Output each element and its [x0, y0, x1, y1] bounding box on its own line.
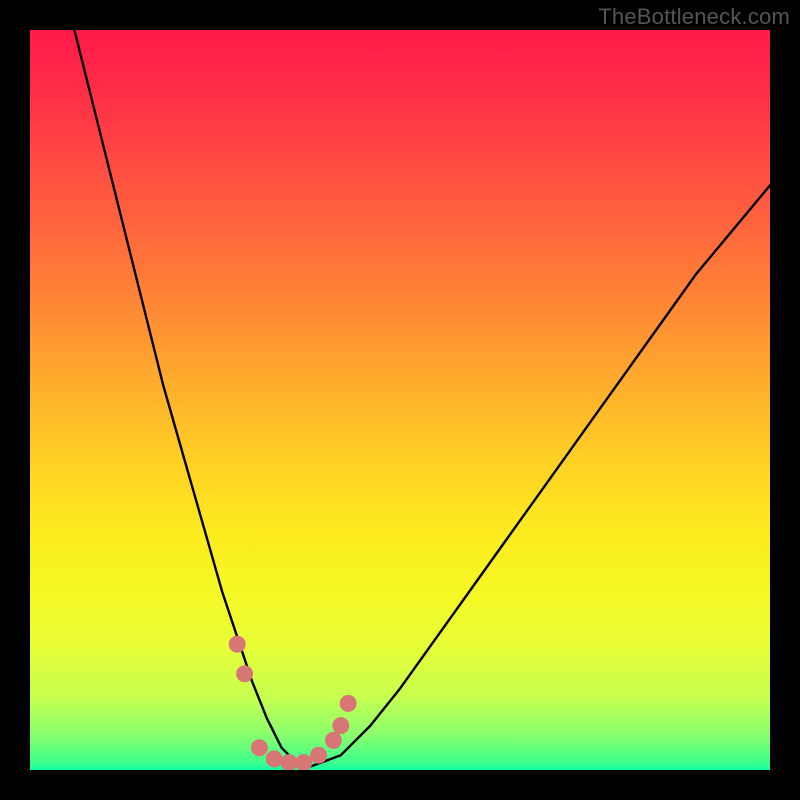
highlight-dot: [266, 750, 283, 767]
highlight-dot: [251, 739, 268, 756]
highlight-dot: [281, 754, 298, 770]
highlight-dot: [295, 754, 312, 770]
highlight-dots: [229, 636, 357, 770]
plot-area: [30, 30, 770, 770]
highlight-dot: [229, 636, 246, 653]
highlight-dot: [236, 665, 253, 682]
highlight-dot: [325, 732, 342, 749]
bottleneck-curve: [74, 30, 770, 766]
watermark-text: TheBottleneck.com: [598, 4, 790, 30]
highlight-dot: [310, 747, 327, 764]
chart-frame: TheBottleneck.com: [0, 0, 800, 800]
highlight-dot: [340, 695, 357, 712]
highlight-dot: [332, 717, 349, 734]
curve-layer: [30, 30, 770, 770]
